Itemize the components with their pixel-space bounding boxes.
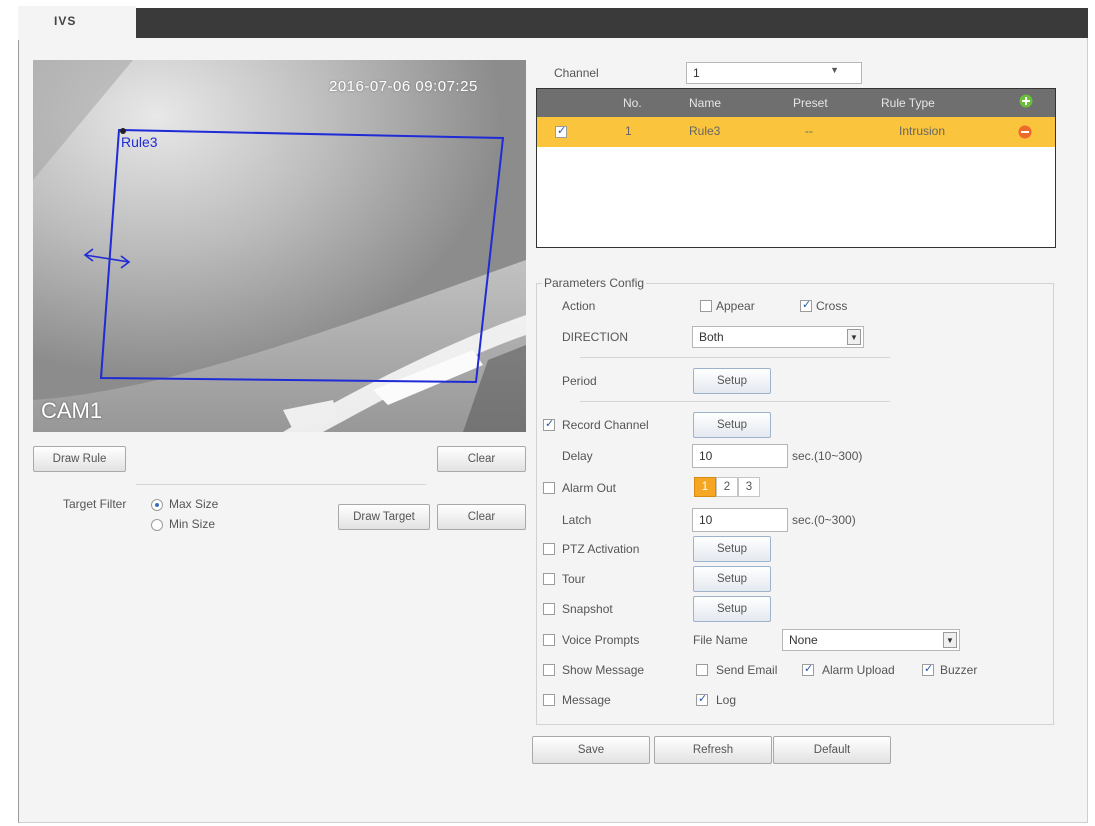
snapshot-checkbox[interactable] xyxy=(543,603,555,615)
action-label: Action xyxy=(562,299,596,313)
rule-no: 1 xyxy=(625,124,632,138)
chevron-down-icon: ▼ xyxy=(830,65,839,75)
min-size-radio[interactable] xyxy=(151,519,163,531)
chevron-down-icon: ▼ xyxy=(943,632,957,648)
snapshot-setup-button[interactable]: Setup xyxy=(693,596,771,622)
header-rule-type: Rule Type xyxy=(881,96,935,110)
video-preview[interactable]: 2016-07-06 09:07:25 Rule3 CAM1 xyxy=(33,60,526,432)
alarm-upload-label: Alarm Upload xyxy=(822,663,895,677)
show-message-checkbox[interactable] xyxy=(543,664,555,676)
save-button[interactable]: Save xyxy=(532,736,650,764)
rule-enable-checkbox[interactable] xyxy=(555,124,567,138)
min-size-label: Min Size xyxy=(169,517,216,531)
alarm-out-label: Alarm Out xyxy=(562,481,617,495)
delay-range: sec.(10~300) xyxy=(792,449,863,463)
target-filter-label: Target Filter xyxy=(63,497,127,511)
voice-prompts-checkbox[interactable] xyxy=(543,634,555,646)
alarm-out-1[interactable]: 1 xyxy=(694,477,716,497)
tab-ivs[interactable]: IVS xyxy=(18,6,136,40)
snapshot-label: Snapshot xyxy=(562,602,613,616)
alarm-upload-checkbox[interactable] xyxy=(802,662,814,676)
direction-select[interactable]: Both ▼ xyxy=(692,326,864,348)
minus-circle-icon[interactable] xyxy=(1018,125,1032,142)
clear-target-button[interactable]: Clear xyxy=(437,504,526,530)
divider xyxy=(580,401,890,402)
send-email-checkbox[interactable] xyxy=(696,664,708,676)
alarm-out-2[interactable]: 2 xyxy=(716,477,738,497)
latch-range: sec.(0~300) xyxy=(792,513,856,527)
tour-setup-button[interactable]: Setup xyxy=(693,566,771,592)
log-label: Log xyxy=(716,693,737,707)
record-channel-label: Record Channel xyxy=(562,418,649,432)
record-channel-checkbox[interactable] xyxy=(543,417,555,431)
rule-name: Rule3 xyxy=(689,124,721,138)
max-size-radio[interactable] xyxy=(151,499,163,511)
ptz-activation-checkbox[interactable] xyxy=(543,543,555,555)
cross-checkbox[interactable] xyxy=(800,298,812,312)
cross-label: Cross xyxy=(816,299,848,313)
table-row[interactable]: 1 Rule3 -- Intrusion xyxy=(537,117,1055,147)
file-name-select[interactable]: None ▼ xyxy=(782,629,960,651)
header-preset: Preset xyxy=(793,96,828,110)
period-setup-button[interactable]: Setup xyxy=(693,368,771,394)
alarm-out-checkbox[interactable] xyxy=(543,482,555,494)
ptz-setup-button[interactable]: Setup xyxy=(693,536,771,562)
rule-preset: -- xyxy=(805,124,813,138)
direction-label: DIRECTION xyxy=(562,330,628,344)
header-name: Name xyxy=(689,96,722,110)
message-checkbox[interactable] xyxy=(543,694,555,706)
tour-checkbox[interactable] xyxy=(543,573,555,585)
header-no: No. xyxy=(623,96,642,110)
refresh-button[interactable]: Refresh xyxy=(654,736,772,764)
draw-rule-button[interactable]: Draw Rule xyxy=(33,446,126,472)
tour-label: Tour xyxy=(562,572,586,586)
delay-label: Delay xyxy=(562,449,593,463)
draw-target-button[interactable]: Draw Target xyxy=(338,504,430,530)
channel-select[interactable]: 1 ▼ xyxy=(686,62,862,84)
clear-rule-button[interactable]: Clear xyxy=(437,446,526,472)
ptz-activation-label: PTZ Activation xyxy=(562,542,640,556)
plus-circle-icon[interactable] xyxy=(1019,94,1033,111)
rule-overlay-label: Rule3 xyxy=(121,134,158,150)
latch-label: Latch xyxy=(562,513,592,527)
buzzer-checkbox[interactable] xyxy=(922,662,934,676)
log-checkbox[interactable] xyxy=(696,692,708,706)
table-header: No. Name Preset Rule Type xyxy=(537,89,1055,117)
record-channel-setup-button[interactable]: Setup xyxy=(693,412,771,438)
appear-checkbox[interactable] xyxy=(700,300,712,312)
message-label: Message xyxy=(562,693,611,707)
camera-label: CAM1 xyxy=(41,398,103,423)
send-email-label: Send Email xyxy=(716,663,778,677)
rule-type: Intrusion xyxy=(899,124,946,138)
video-timestamp: 2016-07-06 09:07:25 xyxy=(329,78,478,95)
divider xyxy=(136,484,426,485)
max-size-label: Max Size xyxy=(169,497,219,511)
latch-input[interactable]: 10 xyxy=(692,508,788,532)
file-name-label: File Name xyxy=(693,633,748,647)
channel-label: Channel xyxy=(554,66,599,80)
rules-table: No. Name Preset Rule Type 1 Rule3 -- Int… xyxy=(536,88,1056,248)
delay-input[interactable]: 10 xyxy=(692,444,788,468)
period-label: Period xyxy=(562,374,597,388)
top-bar xyxy=(18,8,1088,38)
voice-prompts-label: Voice Prompts xyxy=(562,633,640,647)
chevron-down-icon: ▼ xyxy=(847,329,861,345)
appear-label: Appear xyxy=(716,299,755,313)
parameters-config-legend: Parameters Config xyxy=(542,276,647,290)
default-button[interactable]: Default xyxy=(773,736,891,764)
show-message-label: Show Message xyxy=(562,663,645,677)
divider xyxy=(580,357,890,358)
buzzer-label: Buzzer xyxy=(940,663,978,677)
parameters-config-group xyxy=(536,283,1054,725)
alarm-out-3[interactable]: 3 xyxy=(738,477,760,497)
